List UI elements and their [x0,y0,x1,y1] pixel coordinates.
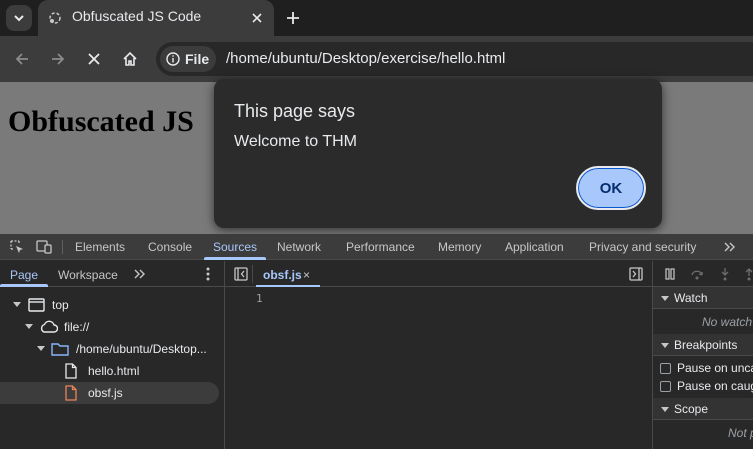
collapse-arrow-icon [661,407,669,412]
pause-caught-label: Pause on caug [677,379,753,393]
tab-search-button[interactable] [6,5,32,31]
browser-tab[interactable]: Obfuscated JS Code [38,0,274,36]
step-over-icon[interactable] [689,266,705,282]
subtoolbar-divider [252,265,253,283]
collapse-arrow-icon [661,343,669,348]
site-chip-label: File [185,51,210,67]
close-icon [252,13,262,23]
cloud-icon [40,320,58,333]
devtools-tab-bar: Elements Console Sources Network Perform… [0,234,753,260]
tree-item-origin[interactable]: file:// [0,316,225,338]
file-icon [65,363,77,379]
tree-item-top[interactable]: top [0,294,225,316]
new-tab-button[interactable] [282,7,304,29]
tab-sources[interactable]: Sources [213,240,257,254]
scope-empty-text: Not p [728,426,753,440]
forward-arrow-icon [52,53,65,65]
toggle-navigator-icon[interactable] [233,266,249,282]
scope-label: Scope [674,402,709,416]
home-button[interactable] [116,45,144,73]
tab-strip: Obfuscated JS Code [0,0,753,36]
breakpoints-section-header[interactable]: Breakpoints [653,334,753,356]
tree-label-obsf-js: obsf.js [88,386,123,400]
tree-label-origin: file:// [64,320,90,334]
tab-network[interactable]: Network [277,240,321,254]
navigator-tab-page[interactable]: Page [10,268,38,282]
navigator-active-indicator [0,284,48,287]
tree-label-hello-html: hello.html [88,364,140,378]
expand-arrow-icon [25,324,33,329]
alert-dialog: This page says Welcome to THM OK [214,79,662,228]
tab-close-button[interactable] [248,9,266,27]
more-tabs-icon[interactable] [722,239,738,255]
collapse-arrow-icon [661,296,669,301]
tab-console[interactable]: Console [148,240,192,254]
back-button[interactable] [8,45,36,73]
back-arrow-icon [15,53,28,65]
watch-section-header[interactable]: Watch [653,287,753,309]
chevron-down-icon [14,15,24,22]
tree-item-folder[interactable]: /home/ubuntu/Desktop... [0,338,225,360]
scope-section-header[interactable]: Scope [653,398,753,420]
pause-uncaught-label: Pause on unca [677,361,753,375]
toggle-debugger-icon[interactable] [628,266,644,282]
url-text[interactable]: /home/ubuntu/Desktop/exercise/hello.html [226,50,505,67]
devtools-panel: Elements Console Sources Network Perform… [0,234,753,449]
forward-button[interactable] [44,45,72,73]
kebab-menu-icon[interactable] [200,266,216,282]
tree-item-obsf-js[interactable]: obsf.js [0,382,219,404]
tab-privacy-security[interactable]: Privacy and security [589,240,696,254]
debugger-toolbar [653,261,753,287]
tree-item-hello-html[interactable]: hello.html [0,360,225,382]
page-heading: Obfuscated JS [8,105,194,138]
expand-arrow-icon [37,346,45,351]
toolbar-divider [62,240,63,254]
ok-button[interactable]: OK [576,166,646,210]
step-out-icon[interactable] [741,266,753,282]
plus-icon [287,12,299,24]
tree-label-top: top [52,298,69,312]
tree-label-folder: /home/ubuntu/Desktop... [76,342,207,356]
tab-application[interactable]: Application [505,240,564,254]
stop-icon [88,53,100,65]
file-tab-close-button[interactable]: × [303,268,310,282]
more-navigator-tabs-icon[interactable] [132,266,148,282]
tab-elements[interactable]: Elements [75,240,125,254]
inspect-element-icon[interactable] [9,239,25,255]
expand-arrow-icon [13,302,21,307]
tab-memory[interactable]: Memory [438,240,481,254]
info-icon [166,52,180,66]
tab-performance[interactable]: Performance [346,240,415,254]
stop-button[interactable] [80,45,108,73]
line-number: 1 [256,292,263,305]
navigator-tab-workspace[interactable]: Workspace [58,268,118,282]
step-into-icon[interactable] [717,266,733,282]
pause-uncaught-option[interactable]: Pause on unca [653,360,753,378]
home-icon [123,51,137,66]
pause-caught-checkbox[interactable] [660,381,671,392]
pause-caught-option[interactable]: Pause on caug [653,378,753,396]
open-file-name: obsf.js [263,268,302,282]
breakpoints-label: Breakpoints [674,338,738,352]
pause-uncaught-checkbox[interactable] [660,363,671,374]
favicon-icon [49,12,61,24]
window-icon [28,298,45,312]
js-file-icon [65,385,77,401]
site-info-chip[interactable]: File [160,46,216,72]
dialog-title: This page says [234,101,356,121]
watch-empty-text: No watch [702,315,753,329]
open-file-tab[interactable]: obsf.js × [256,261,320,287]
pause-icon[interactable] [662,266,678,282]
device-toggle-icon[interactable] [36,239,52,255]
active-tab-indicator [204,257,266,260]
folder-icon [51,343,69,356]
tab-title: Obfuscated JS Code [72,8,202,24]
dialog-message: Welcome to THM [234,133,357,150]
watch-label: Watch [674,291,708,305]
